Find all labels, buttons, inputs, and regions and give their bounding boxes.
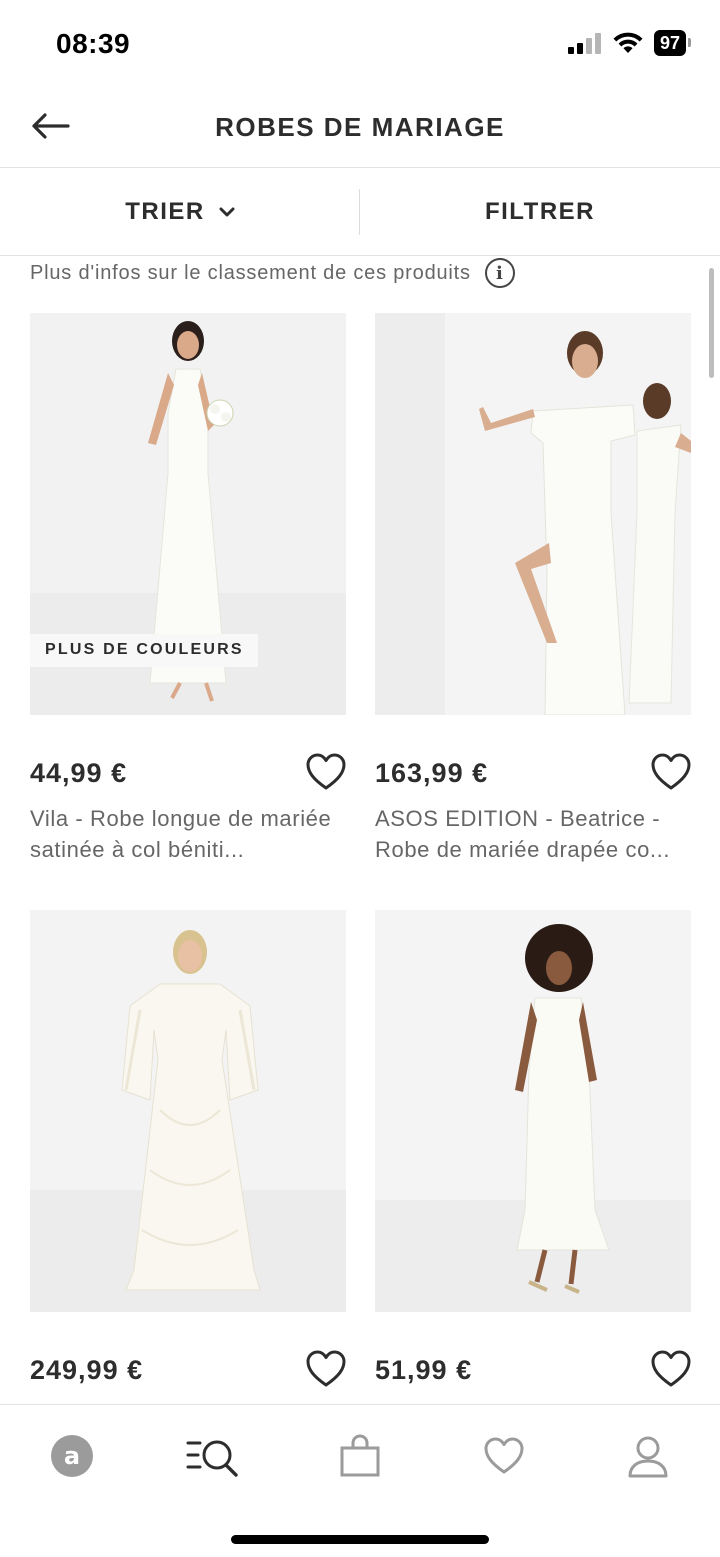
nav-saved[interactable]	[474, 1431, 534, 1481]
heart-icon	[306, 1350, 346, 1387]
status-time: 08:39	[56, 28, 131, 59]
save-button[interactable]	[649, 1347, 693, 1391]
nav-account[interactable]	[618, 1431, 678, 1481]
ranking-info[interactable]: Plus d'infos sur le classement de ces pr…	[30, 258, 515, 288]
product-price: 44,99 €	[30, 758, 128, 788]
signal-icon	[567, 33, 601, 54]
home-indicator	[231, 1535, 489, 1544]
product-price: 163,99 €	[375, 758, 489, 788]
nav-home[interactable]: a	[42, 1431, 102, 1481]
product-image[interactable]	[375, 910, 691, 1312]
chevron-down-icon	[219, 207, 235, 217]
bag-icon	[340, 1434, 380, 1477]
sort-button[interactable]: TRIER	[0, 169, 360, 255]
heart-icon	[651, 753, 691, 790]
product-image[interactable]	[30, 910, 346, 1312]
more-colors-badge: PLUS DE COULEURS	[30, 634, 258, 667]
save-button[interactable]	[304, 1347, 348, 1391]
save-button[interactable]	[649, 750, 693, 794]
heart-icon	[306, 753, 346, 790]
sort-filter-bar: TRIER FILTRER	[0, 169, 720, 256]
filter-label: FILTRER	[484, 198, 596, 225]
product-photo	[375, 910, 691, 1312]
product-photo	[375, 313, 691, 715]
product-image[interactable]	[375, 313, 691, 715]
toolbar-divider	[359, 189, 360, 235]
product-card[interactable]: 249,99 €	[30, 910, 346, 1387]
ranking-info-text: Plus d'infos sur le classement de ces pr…	[30, 261, 471, 284]
save-button[interactable]	[304, 750, 348, 794]
product-card[interactable]: 163,99 € ASOS EDITION - Beatrice - Robe …	[375, 313, 691, 862]
nav-bag[interactable]	[330, 1431, 390, 1481]
status-icons: 97	[567, 30, 692, 56]
wifi-icon	[613, 32, 643, 53]
page-header: ROBES DE MARIAGE	[0, 90, 720, 168]
heart-icon	[651, 1350, 691, 1387]
filter-button[interactable]: FILTRER	[360, 169, 720, 255]
account-icon	[628, 1436, 668, 1478]
home-icon: a	[51, 1435, 93, 1477]
info-icon[interactable]: i	[484, 258, 515, 288]
page-title: ROBES DE MARIAGE	[215, 112, 505, 142]
bottom-nav: a	[0, 1404, 720, 1557]
saved-icon	[484, 1437, 524, 1474]
product-price: 51,99 €	[375, 1355, 473, 1385]
sort-label: TRIER	[125, 198, 205, 225]
scrollbar[interactable]	[709, 268, 714, 378]
product-card[interactable]: PLUS DE COULEURS 44,99 € Vila - Robe lon…	[30, 313, 346, 862]
svg-text:a: a	[64, 1442, 80, 1470]
product-name[interactable]: ASOS EDITION - Beatrice - Robe de mariée…	[375, 803, 691, 865]
battery-indicator: 97	[653, 30, 692, 56]
product-photo	[30, 910, 346, 1312]
product-image[interactable]: PLUS DE COULEURS	[30, 313, 346, 715]
status-bar: 08:39 97	[0, 0, 720, 90]
search-icon	[186, 1440, 238, 1477]
product-name[interactable]: Vila - Robe longue de mariée satinée à c…	[30, 803, 346, 865]
product-price: 249,99 €	[30, 1355, 144, 1385]
nav-search[interactable]	[184, 1431, 244, 1481]
product-card[interactable]: 51,99 €	[375, 910, 691, 1387]
